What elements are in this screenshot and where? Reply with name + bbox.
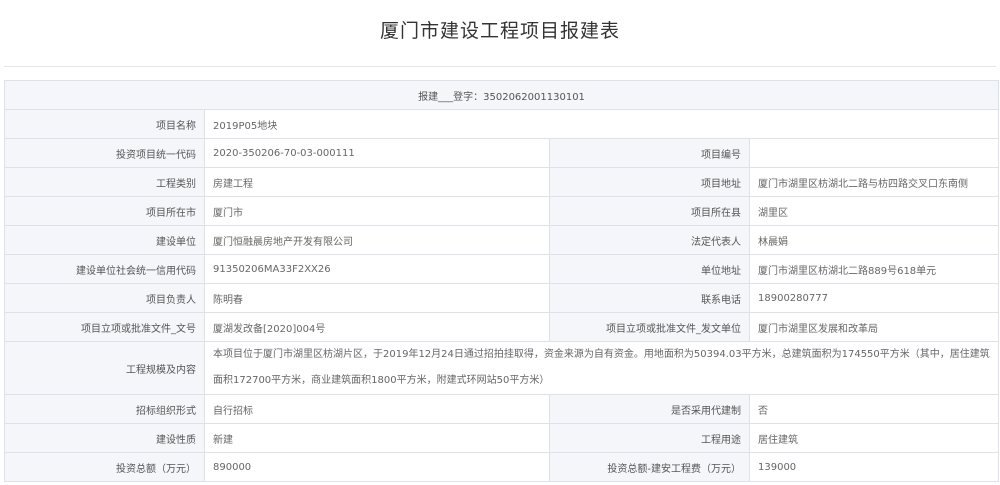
field-value: 房建工程 [204,167,550,197]
field-value: 890000 [204,452,550,482]
table-row: 项目名称 2019P05地块 [4,109,1000,139]
table-row: 工程类别 房建工程 项目地址 厦门市湖里区枋湖北二路与枋四路交叉口东南侧 [4,167,1000,197]
table-row: 建设单位 厦门恒融晨房地产开发有限公司 法定代表人 林晨娟 [4,225,1000,255]
table-row: 建设性质 新建 工程用途 居住建筑 [4,423,1000,453]
field-label: 工程类别 [4,167,205,197]
field-value: 厦门恒融晨房地产开发有限公司 [204,225,550,255]
field-value: 湖里区 [748,196,1000,226]
table-row: 项目负责人 陈明春 联系电话 18900280777 [4,283,1000,313]
field-label: 是否采用代建制 [549,394,750,424]
field-label: 项目负责人 [4,283,205,313]
table-row: 建设单位社会统一信用代码 91350206MA33F2XX26 单位地址 厦门市… [4,254,1000,284]
field-value: 厦门市湖里区发展和改革局 [748,312,1000,342]
field-value [748,138,1000,168]
field-label: 项目名称 [4,109,205,139]
field-value: 自行招标 [204,394,550,424]
field-value: 本项目位于厦门市湖里区枋湖片区，于2019年12月24日通过招拍挂取得，资金来源… [203,341,1000,395]
field-label: 建设性质 [4,423,205,453]
field-value: 厦门市湖里区枋湖北二路889号618单元 [748,254,1000,284]
field-label: 联系电话 [549,283,750,313]
field-label: 项目编号 [549,138,750,168]
field-label: 投资总额-建安工程费（万元） [549,452,750,482]
field-value: 2020-350206-70-03-000111 [204,138,550,168]
registration-number: 报建___登字：3502062001130101 [3,80,1000,110]
field-value: 居住建筑 [748,423,1000,453]
field-label: 项目所在县 [549,196,750,226]
field-label: 项目立项或批准文件_发文单位 [549,312,750,342]
title-divider [4,66,996,67]
field-label: 单位地址 [549,254,750,284]
table-row: 投资项目统一代码 2020-350206-70-03-000111 项目编号 [4,138,1000,168]
field-value: 18900280777 [748,283,1000,313]
page-title: 厦门市建设工程项目报建表 [379,20,620,42]
field-label: 建设单位 [4,225,205,255]
field-label: 项目立项或批准文件_文号 [4,312,205,342]
table-row: 投资总额（万元） 890000 投资总额-建安工程费（万元） 139000 [4,452,1000,482]
table-row: 招标组织形式 自行招标 是否采用代建制 否 [4,394,1000,424]
field-value: 林晨娟 [748,225,1000,255]
field-value: 新建 [204,423,550,453]
field-value: 陈明春 [204,283,550,313]
field-value: 厦湖发改备[2020]004号 [204,312,550,342]
field-value: 2019P05地块 [203,109,1000,139]
field-label: 工程规模及内容 [4,341,205,395]
field-value: 厦门市湖里区枋湖北二路与枋四路交叉口东南侧 [748,167,1000,197]
registration-table: 报建___登字：3502062001130101 项目名称 2019P05地块 … [3,80,1000,482]
table-row: 项目所在市 厦门市 项目所在县 湖里区 [4,196,1000,226]
field-label: 招标组织形式 [4,394,205,424]
field-label: 投资总额（万元） [4,452,205,482]
field-label: 项目所在市 [4,196,205,226]
table-row: 项目立项或批准文件_文号 厦湖发改备[2020]004号 项目立项或批准文件_发… [4,312,1000,342]
table-header-row: 报建___登字：3502062001130101 [3,80,1000,110]
field-label: 建设单位社会统一信用代码 [4,254,205,284]
field-value: 91350206MA33F2XX26 [204,254,550,284]
field-value: 139000 [748,452,1000,482]
field-label: 投资项目统一代码 [4,138,205,168]
field-label: 工程用途 [549,423,750,453]
field-label: 项目地址 [549,167,750,197]
field-value: 否 [748,394,1000,424]
field-label: 法定代表人 [549,225,750,255]
table-row: 工程规模及内容 本项目位于厦门市湖里区枋湖片区，于2019年12月24日通过招拍… [4,341,1000,395]
field-value: 厦门市 [204,196,550,226]
